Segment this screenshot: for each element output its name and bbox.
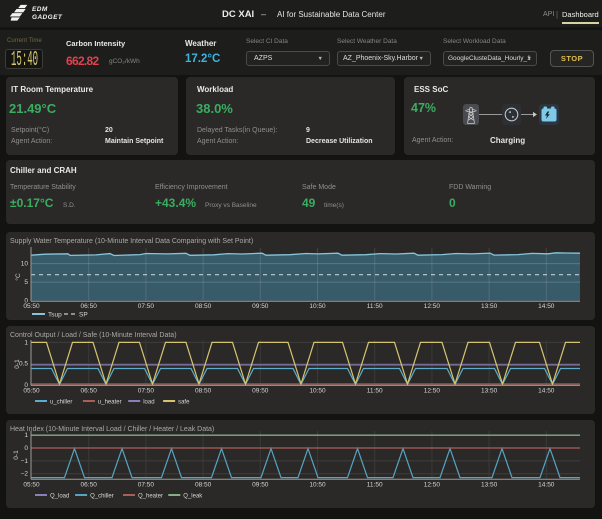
svg-text:Q_heater: Q_heater — [138, 494, 163, 500]
svg-text:08:50: 08:50 — [195, 388, 212, 395]
svg-text:08:50: 08:50 — [195, 303, 212, 310]
svg-text:SP: SP — [79, 312, 88, 319]
svg-text:13:50: 13:50 — [481, 303, 498, 310]
svg-text:06:50: 06:50 — [81, 482, 98, 489]
svg-text:07:50: 07:50 — [138, 303, 155, 310]
svg-text:11:50: 11:50 — [367, 482, 383, 489]
svg-text:Q_chiller: Q_chiller — [90, 494, 114, 500]
svg-text:−1: −1 — [21, 458, 29, 465]
svg-text:u_chiller: u_chiller — [50, 400, 72, 406]
svg-text:10:50: 10:50 — [309, 482, 326, 489]
svg-text:11:50: 11:50 — [367, 388, 383, 395]
svg-text:06:50: 06:50 — [81, 388, 98, 395]
svg-text:12:50: 12:50 — [424, 388, 441, 395]
svg-text:09:50: 09:50 — [252, 482, 269, 489]
svg-text:load: load — [143, 400, 154, 406]
svg-text:14:50: 14:50 — [538, 303, 555, 310]
svg-text:06:50: 06:50 — [81, 303, 98, 310]
svg-text:10: 10 — [21, 261, 29, 268]
svg-text:13:50: 13:50 — [481, 388, 498, 395]
svg-text:07:50: 07:50 — [138, 388, 155, 395]
svg-text:safe: safe — [178, 400, 190, 406]
svg-text:05:50: 05:50 — [23, 482, 40, 489]
svg-text:05:50: 05:50 — [23, 303, 40, 310]
svg-text:Q_leak: Q_leak — [183, 494, 203, 500]
svg-text:1: 1 — [24, 339, 28, 346]
svg-text:Tsup: Tsup — [48, 312, 62, 319]
svg-text:0-1: 0-1 — [14, 359, 21, 369]
svg-text:°C: °C — [14, 273, 22, 281]
svg-text:13:50: 13:50 — [481, 482, 498, 489]
svg-text:0: 0 — [24, 445, 28, 452]
svg-text:14:50: 14:50 — [538, 482, 555, 489]
svg-text:Q_load: Q_load — [50, 494, 69, 500]
svg-text:12:50: 12:50 — [424, 303, 441, 310]
svg-text:10:50: 10:50 — [309, 303, 326, 310]
svg-text:11:50: 11:50 — [367, 303, 383, 310]
svg-text:u_heater: u_heater — [98, 400, 122, 406]
svg-text:09:50: 09:50 — [252, 388, 269, 395]
svg-text:14:50: 14:50 — [538, 388, 555, 395]
svg-text:0-1: 0-1 — [13, 450, 20, 460]
svg-text:08:50: 08:50 — [195, 482, 212, 489]
svg-text:12:50: 12:50 — [424, 482, 441, 489]
svg-text:05:50: 05:50 — [23, 388, 40, 395]
svg-text:−2: −2 — [21, 471, 29, 478]
svg-text:09:50: 09:50 — [252, 303, 269, 310]
svg-text:5: 5 — [24, 279, 28, 286]
svg-text:07:50: 07:50 — [138, 482, 155, 489]
svg-text:1: 1 — [24, 432, 28, 439]
svg-text:10:50: 10:50 — [309, 388, 326, 395]
